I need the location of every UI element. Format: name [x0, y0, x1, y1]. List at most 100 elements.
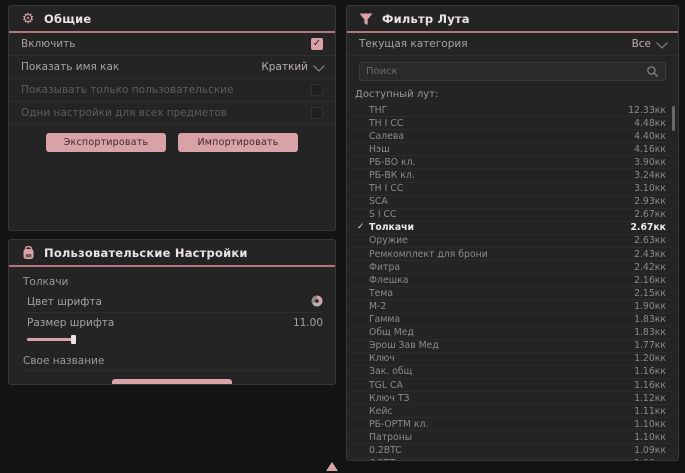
only-custom-label: Показывать только пользовательские: [21, 84, 233, 96]
import-button[interactable]: Импортировать: [178, 133, 298, 152]
loot-item[interactable]: Ремкомплект для брони 2.43кк: [351, 248, 674, 261]
export-button[interactable]: Экспортировать: [46, 133, 166, 152]
loot-item[interactable]: Оружие 2.63кк: [351, 235, 674, 248]
loot-item[interactable]: Фитра 2.42кк: [351, 261, 674, 274]
slider-handle[interactable]: [71, 335, 76, 344]
custom-name-input[interactable]: [23, 355, 323, 367]
loot-item-name: Нэш: [369, 144, 634, 155]
selected-check-icon: ✓: [357, 223, 369, 232]
search-input[interactable]: [366, 66, 640, 77]
loot-item-value: 1.00кк: [634, 458, 666, 461]
delete-button-row: Удалить: [9, 379, 335, 385]
category-row: Текущая категория Все: [347, 33, 678, 56]
loot-item[interactable]: М-2 1.90кк: [351, 300, 674, 313]
loot-item[interactable]: ТН I СС 4.48кк: [351, 117, 674, 130]
only-custom-checkbox[interactable]: [311, 84, 323, 96]
loot-item-name: SCA: [369, 196, 634, 207]
chevron-down-icon: [313, 60, 324, 71]
search-icon[interactable]: [646, 65, 659, 78]
loot-list: ТНГ 12.33кк ТН I СС 4.48кк Салева 4.40кк…: [351, 104, 674, 461]
color-picker-button[interactable]: [311, 295, 323, 310]
loot-item-name: Эрош Зав Мед: [369, 340, 634, 351]
loot-panel-title: Фильтр Лута: [382, 12, 470, 26]
general-panel-title: Общие: [44, 12, 91, 26]
font-size-row: Размер шрифта 11.00: [27, 313, 323, 333]
loot-item[interactable]: Эрош Зав Мед 1.77кк: [351, 340, 674, 353]
loot-item[interactable]: Ключ 1.20кк: [351, 353, 674, 366]
scrollbar-thumb[interactable]: [672, 106, 675, 131]
loot-item[interactable]: Ключ ТЗ 1.12кк: [351, 392, 674, 405]
same-settings-label: Одни настройки для всех предметов: [21, 107, 227, 119]
loot-item[interactable]: ОСПТ 1.00кк: [351, 458, 674, 461]
loot-item[interactable]: Общ Мед 1.83кк: [351, 327, 674, 340]
loot-item[interactable]: Салева 4.40кк: [351, 130, 674, 143]
export-import-buttons: Экспортировать Импортировать: [9, 133, 335, 152]
loot-item[interactable]: ТНГ 12.33кк: [351, 104, 674, 117]
loot-item[interactable]: Гамма 1.83кк: [351, 314, 674, 327]
loot-item-name: Фитра: [369, 262, 634, 273]
loot-item[interactable]: РБ-ВК кл. 3.24кк: [351, 169, 674, 182]
user-panel-title: Пользовательские Настройки: [44, 246, 248, 260]
loot-item-value: 1.90кк: [634, 301, 666, 312]
loot-item-value: 3.24кк: [634, 170, 666, 181]
name-display-value: Краткий: [261, 61, 308, 73]
loot-item-name: ТН I СС: [369, 118, 634, 129]
font-size-value: 11.00: [293, 317, 323, 329]
loot-item-name: РБ-ОРТМ кл.: [369, 419, 634, 430]
loot-item-name: Кейс: [369, 406, 634, 417]
loot-item-value: 2.67кк: [630, 222, 666, 233]
loot-item[interactable]: S I СС 2.67кк: [351, 209, 674, 222]
font-color-row: Цвет шрифта: [27, 292, 323, 313]
delete-button[interactable]: Удалить: [112, 379, 232, 385]
resize-handle[interactable]: [326, 462, 338, 471]
chevron-down-icon: [656, 37, 667, 48]
loot-item-name: ТНГ: [369, 105, 628, 116]
loot-item-name: Толкачи: [369, 222, 630, 233]
custom-name-field-row: [23, 352, 323, 371]
loot-item-value: 2.15кк: [634, 288, 666, 299]
same-settings-checkbox[interactable]: [311, 107, 323, 119]
name-display-dropdown[interactable]: Краткий: [261, 61, 323, 73]
loot-item[interactable]: Флешка 2.16кк: [351, 274, 674, 287]
available-loot-label: Доступный лут:: [347, 88, 678, 104]
search-box: [359, 62, 666, 81]
loot-item-name: РБ-ВО кл.: [369, 157, 634, 168]
loot-item-value: 4.48кк: [634, 118, 666, 129]
font-size-label: Размер шрифта: [27, 317, 114, 329]
loot-filter-panel: Фильтр Лута Текущая категория Все Доступ…: [346, 5, 679, 461]
setting-row-only-custom: Показывать только пользовательские: [9, 79, 335, 102]
loot-item-value: 1.09кк: [634, 445, 666, 456]
loot-item-name: Флешка: [369, 275, 634, 286]
loot-item[interactable]: Тема 2.15кк: [351, 287, 674, 300]
loot-item-value: 1.16кк: [634, 380, 666, 391]
name-display-label: Показать имя как: [21, 61, 119, 73]
loot-item-value: 1.83кк: [634, 327, 666, 338]
user-panel-header: Пользовательские Настройки: [9, 240, 335, 267]
loot-item[interactable]: Патроны 1.10кк: [351, 431, 674, 444]
loot-item[interactable]: ТН I СС 3.10кк: [351, 183, 674, 196]
loot-item-value: 4.40кк: [634, 131, 666, 142]
category-dropdown[interactable]: Все: [632, 38, 666, 50]
setting-row-name-display: Показать имя как Краткий: [9, 56, 335, 79]
loot-item-name: Общ Мед: [369, 327, 634, 338]
loot-item-name: ОСПТ: [369, 458, 634, 461]
loot-item[interactable]: Зак. общ 1.16кк: [351, 366, 674, 379]
setting-row-same-settings: Одни настройки для всех предметов: [9, 102, 335, 125]
loot-item[interactable]: SCA 2.93кк: [351, 196, 674, 209]
loot-item[interactable]: Кейс 1.11кк: [351, 405, 674, 418]
loot-item[interactable]: ✓ Толкачи 2.67кк: [351, 222, 674, 235]
loot-item[interactable]: Нэш 4.16кк: [351, 143, 674, 156]
loot-item[interactable]: TGL CA 1.16кк: [351, 379, 674, 392]
enable-checkbox[interactable]: ✓: [311, 38, 323, 50]
loot-item[interactable]: РБ-ОРТМ кл. 1.10кк: [351, 418, 674, 431]
enable-label: Включить: [21, 38, 75, 50]
loot-item-name: Гамма: [369, 314, 634, 325]
loot-item-name: S I СС: [369, 209, 634, 220]
loot-item-value: 2.67кк: [634, 209, 666, 220]
loot-item[interactable]: РБ-ВО кл. 3.90кк: [351, 156, 674, 169]
funnel-icon: [359, 12, 373, 26]
loot-item[interactable]: 0.2BTC 1.09кк: [351, 444, 674, 457]
loot-item-value: 3.90кк: [634, 157, 666, 168]
font-size-slider[interactable]: [27, 335, 323, 344]
backpack-icon: [21, 246, 35, 260]
